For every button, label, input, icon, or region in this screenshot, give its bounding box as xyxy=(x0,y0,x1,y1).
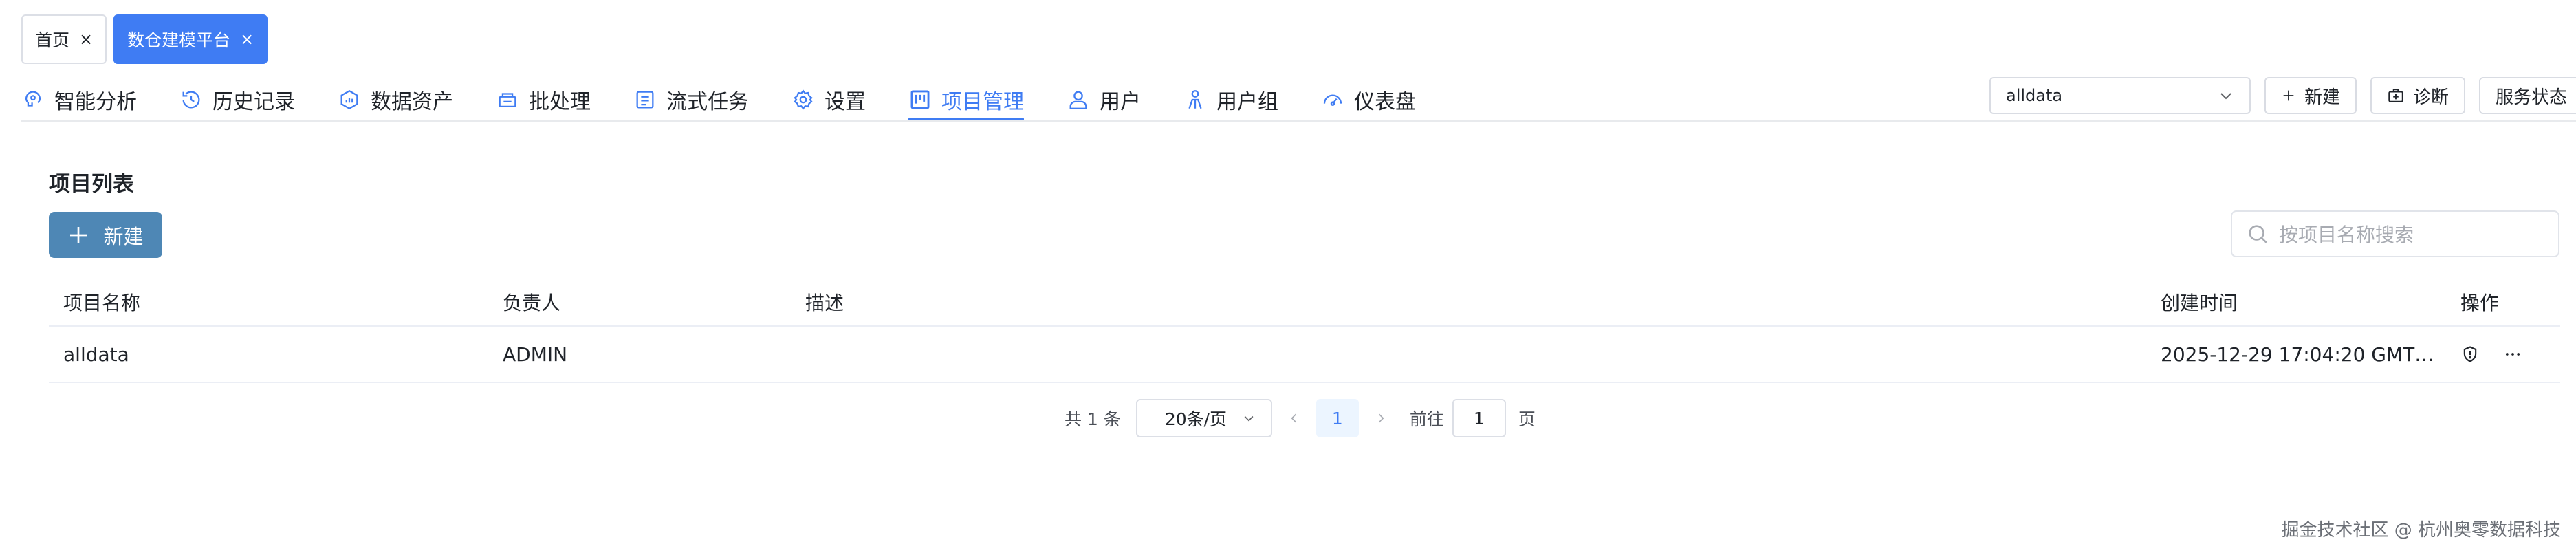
page-tab-label: 数仓建模平台 xyxy=(127,30,231,50)
page-tab-modeling[interactable]: 数仓建模平台 × xyxy=(113,14,268,64)
project-name: alldata xyxy=(63,343,129,366)
gear-icon xyxy=(794,89,813,110)
search-input[interactable]: 按项目名称搜索 xyxy=(2231,210,2559,257)
nav-label: 设置 xyxy=(825,90,866,114)
page-suffix: 页 xyxy=(1518,409,1536,429)
watermark: 掘金技术社区 @ 杭州奥零数据科技 xyxy=(2281,520,2561,541)
batch-icon xyxy=(499,93,516,108)
chevron-right-icon xyxy=(1378,413,1384,422)
nav-item-settings[interactable]: 设置 xyxy=(792,81,866,118)
plus-icon xyxy=(70,226,87,243)
nav-label: 历史记录 xyxy=(212,90,295,114)
user-group-icon xyxy=(1188,90,1202,109)
shield-icon[interactable] xyxy=(2460,345,2480,364)
column-header-created: 创建时间 xyxy=(2161,292,2238,314)
pagination-total: 共 1 条 xyxy=(1065,409,1121,429)
row-actions xyxy=(2460,327,2522,382)
nav-item-user[interactable]: 用户 xyxy=(1067,81,1141,118)
history-icon xyxy=(182,91,200,109)
project-owner: ADMIN xyxy=(503,343,568,366)
table-header: 项目名称 负责人 描述 创建时间 操作 xyxy=(49,279,2560,327)
pagination: 共 1 条 20条/页 1 前往 1 页 xyxy=(1065,399,1536,437)
brain-icon xyxy=(25,91,41,107)
nav-label: 智能分析 xyxy=(54,90,137,114)
new-button[interactable]: 新建 xyxy=(2264,77,2357,114)
column-header-actions: 操作 xyxy=(2460,292,2500,314)
service-status-label: 服务状态 xyxy=(2496,87,2568,108)
create-project-button[interactable]: 新建 xyxy=(49,212,162,258)
table-row[interactable]: alldata ADMIN 2025-12-29 17:04:20 GMT… xyxy=(49,327,2560,383)
page-tab-label: 首页 xyxy=(35,30,70,50)
diagnose-button-label: 诊断 xyxy=(2413,87,2449,108)
kanban-icon xyxy=(910,90,930,109)
page-number[interactable]: 1 xyxy=(1316,399,1359,437)
dashboard-icon xyxy=(1323,94,1342,106)
search-placeholder: 按项目名称搜索 xyxy=(2279,224,2414,246)
first-aid-kit-icon xyxy=(2388,89,2403,102)
column-header-name: 项目名称 xyxy=(63,292,141,314)
chevron-left-icon xyxy=(1291,413,1296,422)
user-icon xyxy=(1069,91,1087,109)
service-status-button[interactable]: 服务状态 xyxy=(2479,77,2576,114)
nav-label: 数据资产 xyxy=(371,90,453,114)
nav-item-data-assets[interactable]: 数据资产 xyxy=(338,81,453,118)
next-page-button[interactable] xyxy=(1359,407,1403,430)
page-tab-bar: 首页 × 数仓建模平台 × xyxy=(21,14,268,64)
project-select-value: alldata xyxy=(2006,86,2063,105)
nav-item-history[interactable]: 历史记录 xyxy=(179,81,295,118)
close-icon[interactable]: × xyxy=(79,31,93,47)
nav-item-smart-analysis[interactable]: 智能分析 xyxy=(21,81,137,118)
search-icon xyxy=(2249,225,2267,243)
nav-item-project-management[interactable]: 项目管理 xyxy=(908,81,1024,122)
goto-page-input[interactable]: 1 xyxy=(1452,399,1506,437)
close-icon[interactable]: × xyxy=(240,31,254,47)
column-header-owner: 负责人 xyxy=(503,292,561,314)
nav-label: 项目管理 xyxy=(941,90,1024,114)
project-select[interactable]: alldata xyxy=(1989,77,2251,114)
nav-item-user-group[interactable]: 用户组 xyxy=(1183,81,1278,118)
plus-icon xyxy=(2283,90,2294,101)
nav-label: 仪表盘 xyxy=(1354,90,1416,114)
project-table: 项目名称 负责人 描述 创建时间 操作 alldata ADMIN 2025-1… xyxy=(49,279,2560,383)
stream-icon xyxy=(636,91,654,109)
nav-item-batch[interactable]: 批处理 xyxy=(496,81,591,118)
nav-label: 用户 xyxy=(1100,90,1141,114)
diagnose-button[interactable]: 诊断 xyxy=(2370,77,2466,114)
nav-divider xyxy=(21,120,2576,122)
more-icon[interactable] xyxy=(2503,345,2522,364)
goto-label: 前往 xyxy=(1409,409,1444,429)
nav-label: 批处理 xyxy=(529,90,591,114)
page-size-value: 20条/页 xyxy=(1164,409,1227,429)
nav-label: 流式任务 xyxy=(666,90,749,114)
main-nav: 智能分析 历史记录 数据资产 批处理 流式任务 设置 项目管理 用户 用户组 仪… xyxy=(21,81,1459,122)
column-header-description: 描述 xyxy=(805,292,844,314)
page-size-select[interactable]: 20条/页 xyxy=(1135,399,1272,437)
chevron-down-icon xyxy=(1244,415,1254,422)
header-toolbar: alldata 新建 诊断 服务状态 xyxy=(1989,77,2576,114)
asset-icon xyxy=(340,89,358,110)
page-tab-home[interactable]: 首页 × xyxy=(21,14,107,64)
nav-item-dashboard[interactable]: 仪表盘 xyxy=(1321,81,1416,118)
nav-label: 用户组 xyxy=(1216,90,1278,114)
new-button-label: 新建 xyxy=(2304,87,2341,108)
project-created: 2025-12-29 17:04:20 GMT… xyxy=(2161,343,2434,366)
nav-item-stream[interactable]: 流式任务 xyxy=(633,81,749,118)
page-title: 项目列表 xyxy=(49,172,134,197)
chevron-down-icon xyxy=(2220,93,2231,100)
prev-page-button[interactable] xyxy=(1272,407,1316,430)
create-project-label: 新建 xyxy=(103,224,144,248)
